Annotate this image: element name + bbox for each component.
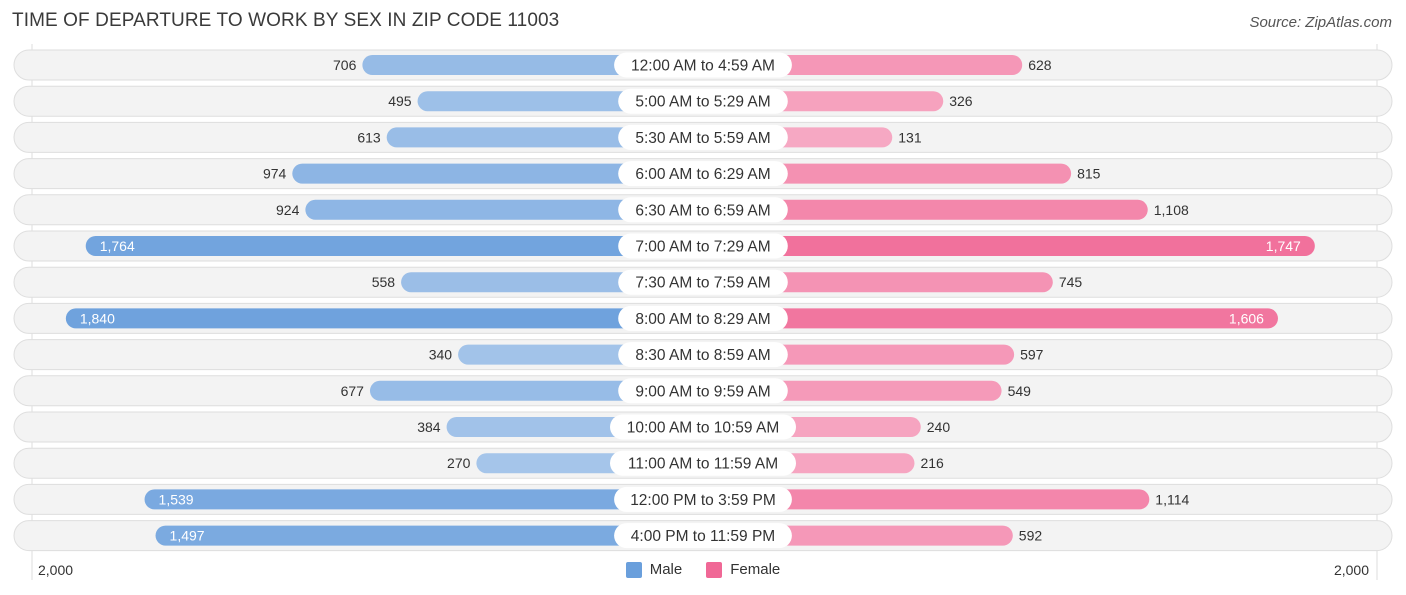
value-label-male: 677 — [341, 383, 365, 399]
row-10: 10:00 AM to 10:59 AM 384 240 — [13, 411, 1393, 443]
row-13: 4:00 PM to 11:59 PM 1,497 592 — [13, 520, 1393, 552]
category-label: 10:00 AM to 10:59 AM — [627, 420, 780, 437]
value-label-female: 1,108 — [1154, 202, 1189, 218]
value-label-female: 592 — [1019, 528, 1043, 544]
row-8: 8:30 AM to 8:59 AM 340 597 — [13, 339, 1393, 371]
row-3: 6:00 AM to 6:29 AM 974 815 — [13, 158, 1393, 190]
bar-male — [85, 236, 704, 256]
value-label-male: 558 — [372, 274, 396, 290]
category-label: 6:00 AM to 6:29 AM — [635, 166, 770, 183]
category-label: 8:00 AM to 8:29 AM — [635, 311, 770, 328]
row-1: 5:00 AM to 5:29 AM 495 326 — [13, 85, 1393, 117]
row-4: 6:30 AM to 6:59 AM 924 1,108 — [13, 194, 1393, 226]
chart-canvas: 12:00 AM to 4:59 AM 706 628 5:00 AM to 5:29… — [13, 44, 1393, 580]
category-label: 6:30 AM to 6:59 AM — [635, 202, 770, 219]
bar-female — [703, 308, 1278, 329]
row-2: 5:30 AM to 5:59 AM 613 131 — [13, 121, 1393, 153]
category-label: 5:00 AM to 5:29 AM — [635, 94, 770, 111]
row-6: 7:30 AM to 7:59 AM 558 745 — [13, 266, 1393, 298]
value-label-male: 613 — [357, 129, 381, 145]
value-label-male: 270 — [447, 455, 471, 471]
value-label-male: 706 — [333, 57, 357, 73]
row-0: 12:00 AM to 4:59 AM 706 628 — [13, 49, 1393, 81]
value-label-male: 340 — [429, 347, 453, 363]
legend-label-male: Male — [649, 561, 683, 578]
value-label-male: 924 — [276, 202, 300, 218]
category-label: 12:00 PM to 3:59 PM — [630, 492, 776, 509]
category-label: 9:00 AM to 9:59 AM — [635, 383, 770, 400]
value-label-female: 326 — [949, 93, 973, 109]
value-label-female: 240 — [927, 419, 951, 435]
value-label-female: 1,606 — [1229, 310, 1264, 326]
row-11: 11:00 AM to 11:59 AM 270 216 — [13, 447, 1393, 479]
value-label-male: 1,497 — [170, 528, 205, 544]
category-label: 8:30 AM to 8:59 AM — [635, 347, 770, 364]
category-label: 7:30 AM to 7:59 AM — [635, 275, 770, 292]
legend-item-female[interactable]: Female — [706, 561, 780, 578]
value-label-male: 384 — [417, 419, 441, 435]
value-label-male: 1,840 — [80, 310, 115, 326]
value-label-female: 597 — [1020, 347, 1044, 363]
category-label: 12:00 AM to 4:59 AM — [631, 58, 775, 75]
value-label-male: 1,539 — [159, 491, 194, 507]
category-label: 7:00 AM to 7:29 AM — [635, 239, 770, 256]
value-label-female: 216 — [920, 455, 944, 471]
category-label: 11:00 AM to 11:59 AM — [628, 456, 778, 473]
value-label-male: 495 — [388, 93, 412, 109]
row-7: 8:00 AM to 8:29 AM 1,840 1,606 — [13, 302, 1393, 334]
category-label: 5:30 AM to 5:59 AM — [635, 130, 770, 147]
legend-swatch-female — [706, 561, 723, 578]
row-12: 12:00 PM to 3:59 PM 1,539 1,114 — [13, 483, 1393, 515]
category-label: 4:00 PM to 11:59 PM — [631, 528, 775, 545]
value-label-female: 745 — [1059, 274, 1083, 290]
value-label-female: 1,114 — [1155, 491, 1189, 507]
value-label-female: 1,747 — [1266, 238, 1301, 254]
legend: Male Female — [0, 561, 1406, 578]
value-label-male: 974 — [263, 166, 287, 182]
bar-male — [65, 308, 704, 329]
row-5: 7:00 AM to 7:29 AM 1,764 1,747 — [13, 230, 1393, 262]
value-label-female: 628 — [1028, 57, 1052, 73]
legend-swatch-male — [625, 561, 642, 578]
value-label-female: 815 — [1077, 166, 1101, 182]
value-label-female: 131 — [898, 129, 922, 145]
legend-label-female: Female — [730, 561, 781, 578]
row-9: 9:00 AM to 9:59 AM 677 549 — [13, 375, 1393, 407]
bar-female — [703, 236, 1315, 256]
legend-item-male[interactable]: Male — [625, 561, 683, 578]
value-label-female: 549 — [1008, 383, 1032, 399]
value-label-male: 1,764 — [100, 238, 135, 254]
